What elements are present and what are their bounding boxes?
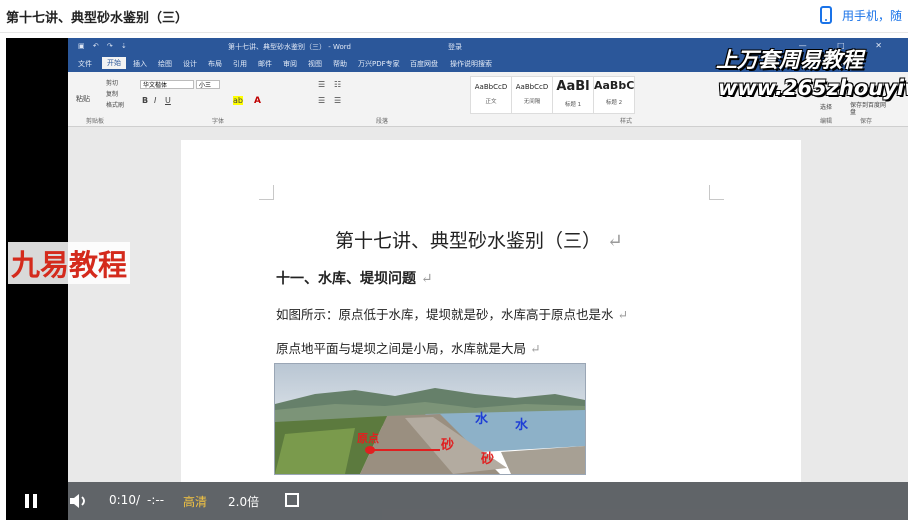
tab-design[interactable]: 设计 (183, 59, 197, 69)
style-no-spacing[interactable]: AaBbCcD 无间隔 (511, 76, 553, 114)
tab-file[interactable]: 文件 (78, 59, 92, 69)
quick-access-toolbar[interactable]: ▣ ↶ ↷ ⇣ (78, 42, 130, 50)
page-header: 第十七讲、典型砂水鉴别（三） 用手机，随 (0, 0, 908, 33)
style-heading-2[interactable]: AaBbC 标题 2 (593, 76, 635, 114)
document-page[interactable]: 第十七讲、典型砂水鉴别（三） ↵ 十一、水库、堤坝问题 ↵ 如图所示：原点低于水… (181, 140, 801, 482)
paste-button[interactable]: 粘贴 (76, 94, 90, 104)
label-water-1: 水 (475, 412, 489, 427)
reservoir-scene (275, 388, 585, 474)
label-origin: 原点 (357, 432, 379, 445)
fullscreen-icon[interactable] (285, 493, 299, 507)
mobile-link[interactable]: 用手机，随 (819, 6, 902, 24)
watermark-left: 九易教程 (8, 242, 131, 284)
document-subheading: 十一、水库、堤坝问题 ↵ (276, 268, 433, 288)
styles-group-label: 样式 (620, 118, 633, 125)
tab-mailings[interactable]: 邮件 (258, 59, 272, 69)
italic-button[interactable]: I (154, 96, 156, 105)
cut-button[interactable]: 剪切 (106, 78, 118, 87)
quality-button[interactable]: 高清 (183, 493, 207, 510)
player-controls: 0:10 / -:-- 高清 2.0倍 (6, 482, 908, 520)
style-preview: AaBl (556, 79, 590, 94)
paragraph-mark: ↵ (530, 341, 541, 356)
style-heading-1[interactable]: AaBl 标题 1 (552, 76, 594, 114)
mobile-link-label[interactable]: 用手机，随 (842, 7, 902, 24)
video-player[interactable]: ▣ ↶ ↷ ⇣ 第十七讲、典型砂水鉴别（三） - Word 登录 — □ ✕ 文… (6, 38, 908, 520)
highlight-button[interactable]: ab (233, 96, 243, 105)
watermark-top: 上万套周易教程 (716, 47, 863, 72)
document-paragraph-1: 如图所示：原点低于水库，堤坝就是砂，水库高于原点也是水 ↵ (276, 304, 628, 323)
paragraph-2-text: 原点地平面与堤坝之间是小局，水库就是大局 (276, 341, 527, 356)
tab-insert[interactable]: 插入 (133, 59, 147, 69)
reservoir-photo[interactable]: 水 水 原点 砂 砂 (274, 363, 586, 475)
style-name: 正文 (485, 99, 497, 105)
paragraph-mark: ↵ (420, 271, 433, 287)
paragraph-mark: ↵ (607, 230, 623, 252)
paragraph-mark: ↵ (617, 307, 628, 322)
tab-review[interactable]: 审阅 (283, 59, 297, 69)
style-preview: AaBbCcD (515, 83, 549, 91)
style-name: 标题 1 (564, 102, 582, 108)
login-button[interactable]: 登录 (448, 42, 462, 52)
numbering-button[interactable]: ☷ (334, 80, 341, 89)
pause-icon[interactable] (24, 494, 38, 508)
tab-pdf-expert[interactable]: 万兴PDF专家 (358, 59, 400, 69)
save-to-baidu-button[interactable]: 保存到百度网盘 (850, 102, 886, 116)
style-name: 无间隔 (523, 99, 541, 105)
style-preview: AaBbCcD (474, 83, 508, 91)
bold-button[interactable]: B (142, 96, 148, 105)
document-heading: 第十七讲、典型砂水鉴别（三） ↵ (335, 226, 623, 253)
font-size-select[interactable]: 小三 (196, 80, 220, 89)
tab-home[interactable]: 开始 (102, 57, 126, 69)
time-separator: / (136, 493, 141, 507)
label-sand-1: 砂 (441, 438, 455, 453)
page-title: 第十七讲、典型砂水鉴别（三） (6, 11, 189, 26)
word-window-title: 第十七讲、典型砂水鉴别（三） - Word (228, 43, 351, 51)
tab-help[interactable]: 帮助 (333, 59, 347, 69)
page-corner-mark (259, 185, 274, 200)
font-color-button[interactable]: A (254, 96, 261, 106)
word-window: ▣ ↶ ↷ ⇣ 第十七讲、典型砂水鉴别（三） - Word 登录 — □ ✕ 文… (68, 38, 908, 482)
tab-layout[interactable]: 布局 (208, 59, 222, 69)
document-subheading-text: 十一、水库、堤坝问题 (276, 271, 416, 287)
document-paragraph-2: 原点地平面与堤坝之间是小局，水库就是大局 ↵ (276, 338, 540, 357)
editing-group-label: 编辑 (820, 118, 833, 125)
label-water-2: 水 (515, 418, 529, 433)
style-preview: AaBbC (594, 79, 635, 92)
tell-me-search[interactable]: 操作说明搜索 (450, 59, 492, 69)
duration: -:-- (147, 493, 165, 507)
paragraph-group-label: 段落 (376, 118, 389, 125)
watermark-url: www.265zhouyiw.com (718, 76, 908, 100)
select-button[interactable]: 选择 (820, 102, 832, 111)
label-sand-2: 砂 (481, 452, 495, 467)
volume-icon[interactable] (69, 493, 89, 509)
font-name-select[interactable]: 华文楷体 (140, 80, 194, 89)
copy-button[interactable]: 复制 (106, 89, 118, 98)
underline-button[interactable]: U (165, 96, 171, 105)
align-left-button[interactable]: ☰ (318, 96, 325, 105)
tab-view[interactable]: 视图 (308, 59, 322, 69)
phone-icon (819, 6, 832, 24)
save-group-label: 保存 (860, 118, 873, 125)
align-center-button[interactable]: ☰ (334, 96, 341, 105)
style-name: 标题 2 (605, 100, 623, 106)
current-time: 0:10 (109, 493, 136, 507)
tab-draw[interactable]: 绘图 (158, 59, 172, 69)
speed-button[interactable]: 2.0倍 (228, 493, 259, 510)
page-corner-mark (709, 185, 724, 200)
tab-references[interactable]: 引用 (233, 59, 247, 69)
document-heading-text: 第十七讲、典型砂水鉴别（三） (335, 230, 602, 252)
format-painter-button[interactable]: 格式刷 (106, 100, 124, 109)
paragraph-1-text: 如图所示：原点低于水库，堤坝就是砂，水库高于原点也是水 (276, 307, 614, 322)
clipboard-group-label: 剪贴板 (86, 118, 105, 125)
tab-baidu-disk[interactable]: 百度网盘 (410, 59, 438, 69)
font-group-label: 字体 (212, 118, 225, 125)
bullets-button[interactable]: ☰ (318, 80, 325, 89)
style-normal[interactable]: AaBbCcD 正文 (470, 76, 512, 114)
